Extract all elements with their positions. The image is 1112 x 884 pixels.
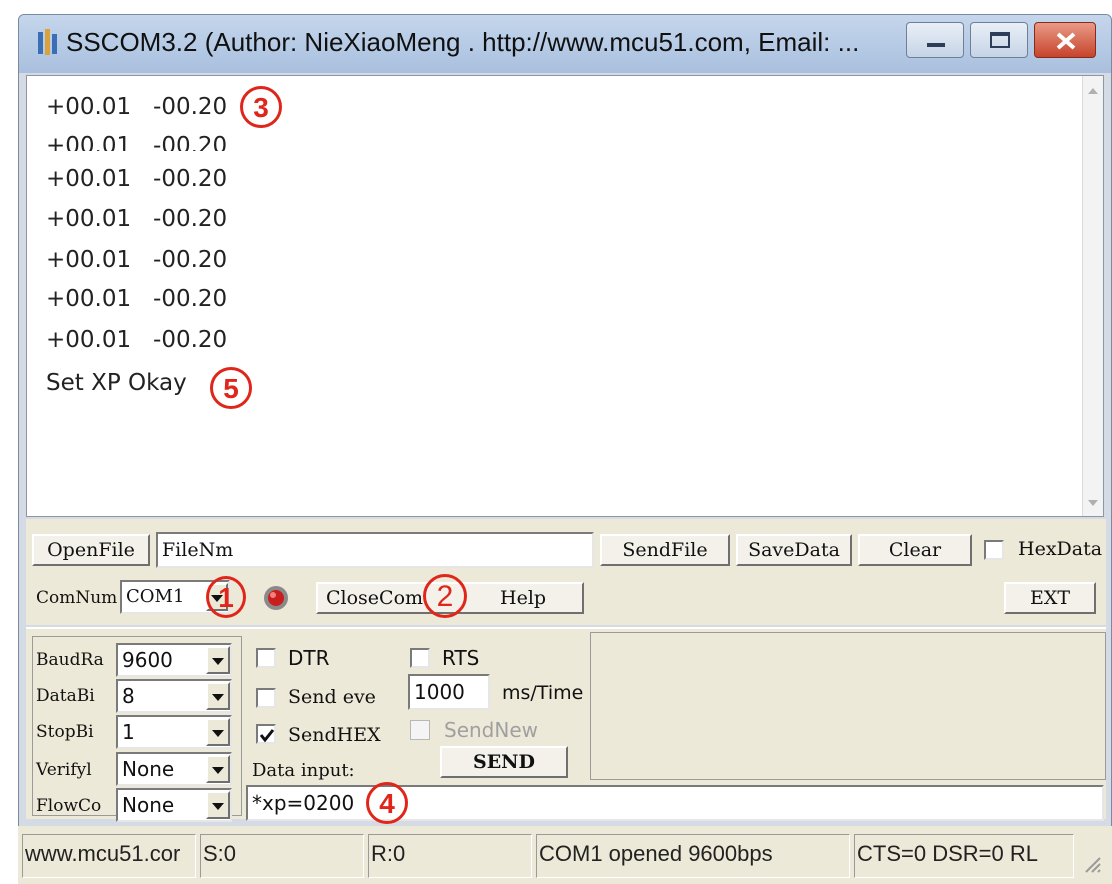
com-num-label: ComNum bbox=[36, 588, 118, 608]
window-title: SSCOM3.2 (Author: NieXiaoMeng . http://w… bbox=[66, 27, 860, 57]
send-new-label: SendNew bbox=[444, 718, 538, 742]
app-icon bbox=[38, 29, 57, 55]
rts-label: RTS bbox=[442, 646, 480, 670]
help-button[interactable]: Help bbox=[500, 587, 546, 609]
port-status-led-icon bbox=[264, 586, 288, 610]
open-file-button[interactable]: OpenFile bbox=[32, 534, 150, 566]
annotation-1: 1 bbox=[206, 576, 246, 618]
chevron-down-icon bbox=[212, 658, 224, 665]
flow-control-label: FlowCo bbox=[36, 796, 102, 816]
output-scrollbar[interactable] bbox=[1082, 76, 1103, 516]
status-signals: CTS=0 DSR=0 RL bbox=[854, 834, 1074, 878]
baud-rate-dropdown[interactable] bbox=[206, 646, 230, 674]
output-line: +00.01 -00.20 bbox=[46, 206, 228, 232]
send-new-checkbox[interactable] bbox=[410, 720, 430, 740]
resize-grip-icon[interactable] bbox=[1080, 852, 1102, 874]
ext-button[interactable]: EXT bbox=[1004, 582, 1096, 614]
hex-data-checkbox[interactable] bbox=[984, 540, 1004, 560]
output-line: +00.01 -00.20 bbox=[46, 133, 228, 151]
rts-checkbox[interactable] bbox=[410, 648, 430, 668]
verify-label: Verifyl bbox=[36, 760, 92, 780]
baud-rate-label: BaudRa bbox=[36, 650, 104, 670]
send-every-label: Send eve bbox=[288, 686, 376, 708]
close-com-label: CloseCom bbox=[326, 587, 424, 609]
status-port: COM1 opened 9600bps bbox=[536, 834, 850, 878]
data-bits-dropdown[interactable] bbox=[206, 682, 230, 710]
hex-data-label: HexData bbox=[1018, 538, 1103, 560]
clear-button[interactable]: Clear bbox=[858, 534, 972, 566]
annotation-5: 5 bbox=[210, 367, 252, 409]
dtr-label: DTR bbox=[288, 646, 330, 670]
output-line: +00.01 -00.20 bbox=[46, 286, 228, 312]
send-button[interactable]: SEND bbox=[440, 746, 568, 778]
status-sent-count: S:0 bbox=[200, 834, 364, 878]
annotation-2: 2 bbox=[423, 574, 467, 618]
status-url: www.mcu51.cor bbox=[22, 834, 196, 878]
verify-dropdown[interactable] bbox=[206, 755, 230, 783]
chevron-down-icon bbox=[212, 767, 224, 774]
send-file-button[interactable]: SendFile bbox=[600, 534, 730, 566]
close-icon bbox=[1056, 32, 1076, 50]
dtr-checkbox[interactable] bbox=[256, 648, 276, 668]
output-line: +00.01 -00.20 bbox=[46, 94, 228, 120]
send-hex-checkbox[interactable] bbox=[256, 724, 276, 744]
send-hex-label: SendHEX bbox=[288, 724, 381, 746]
info-panel bbox=[590, 632, 1106, 780]
output-line: +00.01 -00.20 bbox=[46, 166, 228, 192]
scroll-down-icon[interactable] bbox=[1088, 500, 1098, 506]
output-line: +00.01 -00.20 bbox=[46, 247, 228, 273]
output-line: +00.01 -00.20 bbox=[46, 327, 228, 353]
close-button[interactable] bbox=[1034, 22, 1096, 58]
stop-bits-dropdown[interactable] bbox=[206, 718, 230, 746]
annotation-3: 3 bbox=[240, 86, 282, 128]
minimize-icon bbox=[927, 43, 945, 47]
minimize-button[interactable] bbox=[906, 22, 964, 58]
maximize-icon bbox=[990, 32, 1010, 48]
flow-control-dropdown[interactable] bbox=[206, 791, 230, 819]
file-name-field[interactable]: FileNm bbox=[156, 532, 594, 568]
data-bits-label: DataBi bbox=[36, 686, 95, 706]
output-line: Set XP Okay bbox=[46, 370, 187, 396]
interval-unit-label: ms/Time bbox=[502, 682, 584, 704]
chevron-down-icon bbox=[212, 694, 224, 701]
chevron-down-icon bbox=[212, 803, 224, 810]
status-received-count: R:0 bbox=[368, 834, 532, 878]
stop-bits-label: StopBi bbox=[36, 722, 94, 742]
annotation-4: 4 bbox=[366, 782, 408, 824]
scroll-up-icon[interactable] bbox=[1088, 88, 1098, 94]
checkmark-icon bbox=[259, 729, 275, 743]
data-input-label: Data input: bbox=[252, 760, 355, 781]
chevron-down-icon bbox=[212, 730, 224, 737]
save-data-button[interactable]: SaveData bbox=[736, 534, 852, 566]
send-every-checkbox[interactable] bbox=[256, 688, 276, 708]
interval-input[interactable]: 1000 bbox=[408, 674, 490, 710]
maximize-button[interactable] bbox=[970, 22, 1028, 58]
